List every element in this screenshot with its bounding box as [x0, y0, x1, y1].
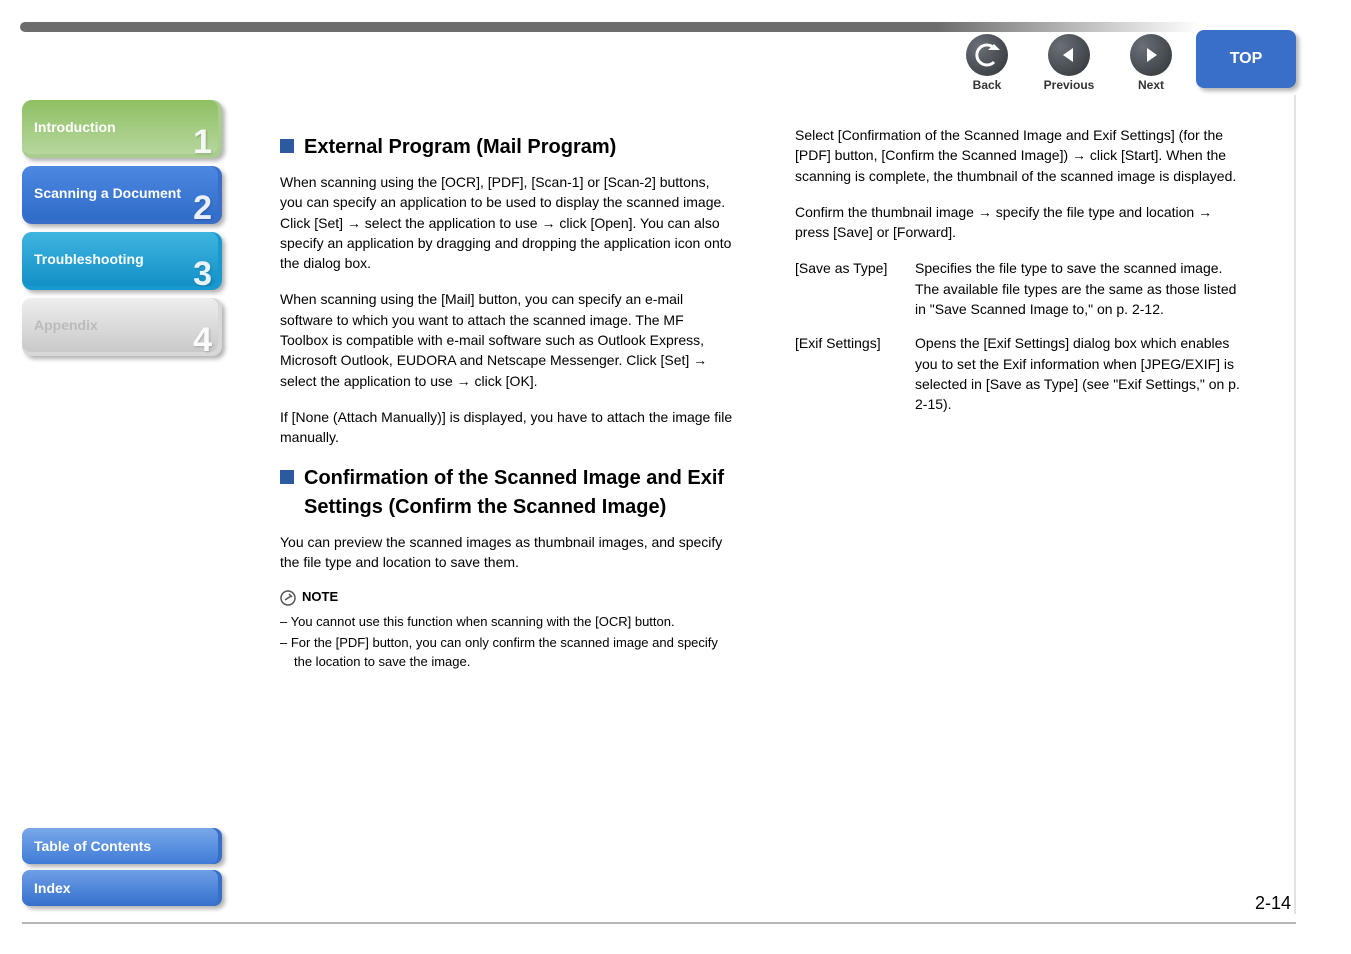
- sidebar-item-troubleshooting[interactable]: Troubleshooting 3: [22, 232, 222, 290]
- back-icon: [966, 34, 1008, 76]
- bullet-square-icon: [280, 139, 294, 153]
- page-number: 2-14: [1255, 893, 1291, 914]
- sidebar-item-number: 2: [193, 189, 212, 224]
- toc-button[interactable]: Table of Contents: [22, 828, 222, 864]
- definition-text: Opens the [Exif Settings] dialog box whi…: [915, 333, 1250, 414]
- note-item: – For the [PDF] button, you can only con…: [280, 634, 735, 672]
- sidebar-item-label: Appendix: [34, 317, 98, 334]
- body-text: When scanning using the [OCR], [PDF], [S…: [280, 172, 735, 273]
- definition-term: [Exif Settings]: [795, 333, 915, 414]
- bullet-square-icon: [280, 470, 294, 484]
- previous-icon: [1048, 34, 1090, 76]
- body-text: You can preview the scanned images as th…: [280, 532, 735, 573]
- note-icon: [280, 590, 296, 606]
- next-button[interactable]: Next: [1121, 34, 1181, 92]
- body-text: If [None (Attach Manually)] is displayed…: [280, 407, 735, 448]
- next-label: Next: [1138, 78, 1164, 92]
- sidebar-item-number: 4: [193, 321, 212, 356]
- definition-row: [Exif Settings] Opens the [Exif Settings…: [795, 333, 1250, 414]
- sidebar-item-label: Scanning a Document: [34, 185, 181, 202]
- section-heading-confirmation: Confirmation of the Scanned Image and Ex…: [304, 464, 735, 522]
- note-label: NOTE: [302, 588, 338, 607]
- back-label: Back: [973, 78, 1002, 92]
- index-label: Index: [34, 880, 71, 897]
- definition-term: [Save as Type]: [795, 258, 915, 319]
- toc-label: Table of Contents: [34, 838, 151, 855]
- left-column: External Program (Mail Program) When sca…: [280, 125, 735, 674]
- right-edge-line: [1294, 95, 1296, 914]
- top-button[interactable]: TOP: [1196, 30, 1296, 88]
- definition-row: [Save as Type] Specifies the file type t…: [795, 258, 1250, 319]
- body-text: Select [Confirmation of the Scanned Imag…: [795, 125, 1250, 186]
- index-button[interactable]: Index: [22, 870, 222, 906]
- sidebar-item-number: 3: [193, 255, 212, 290]
- section-heading-external-program: External Program (Mail Program): [304, 133, 616, 162]
- note-item: – You cannot use this function when scan…: [280, 613, 735, 632]
- body-text: When scanning using the [Mail] button, y…: [280, 289, 735, 390]
- sidebar-item-scanning[interactable]: Scanning a Document 2: [22, 166, 222, 224]
- sidebar-item-label: Introduction: [34, 119, 116, 136]
- next-icon: [1130, 34, 1172, 76]
- sidebar-item-number: 1: [193, 123, 212, 158]
- definition-text: Specifies the file type to save the scan…: [915, 258, 1250, 319]
- header-bar: [20, 22, 1331, 32]
- sidebar-item-introduction[interactable]: Introduction 1: [22, 100, 222, 158]
- previous-button[interactable]: Previous: [1039, 34, 1099, 92]
- top-button-label: TOP: [1230, 50, 1263, 68]
- body-text: Confirm the thumbnail image → specify th…: [795, 202, 1250, 243]
- previous-label: Previous: [1044, 78, 1095, 92]
- sidebar-item-appendix[interactable]: Appendix 4: [22, 298, 222, 356]
- right-column: Select [Confirmation of the Scanned Imag…: [795, 125, 1250, 674]
- back-button[interactable]: Back: [957, 34, 1017, 92]
- sidebar-item-label: Troubleshooting: [34, 251, 144, 268]
- footer-divider: [22, 922, 1296, 924]
